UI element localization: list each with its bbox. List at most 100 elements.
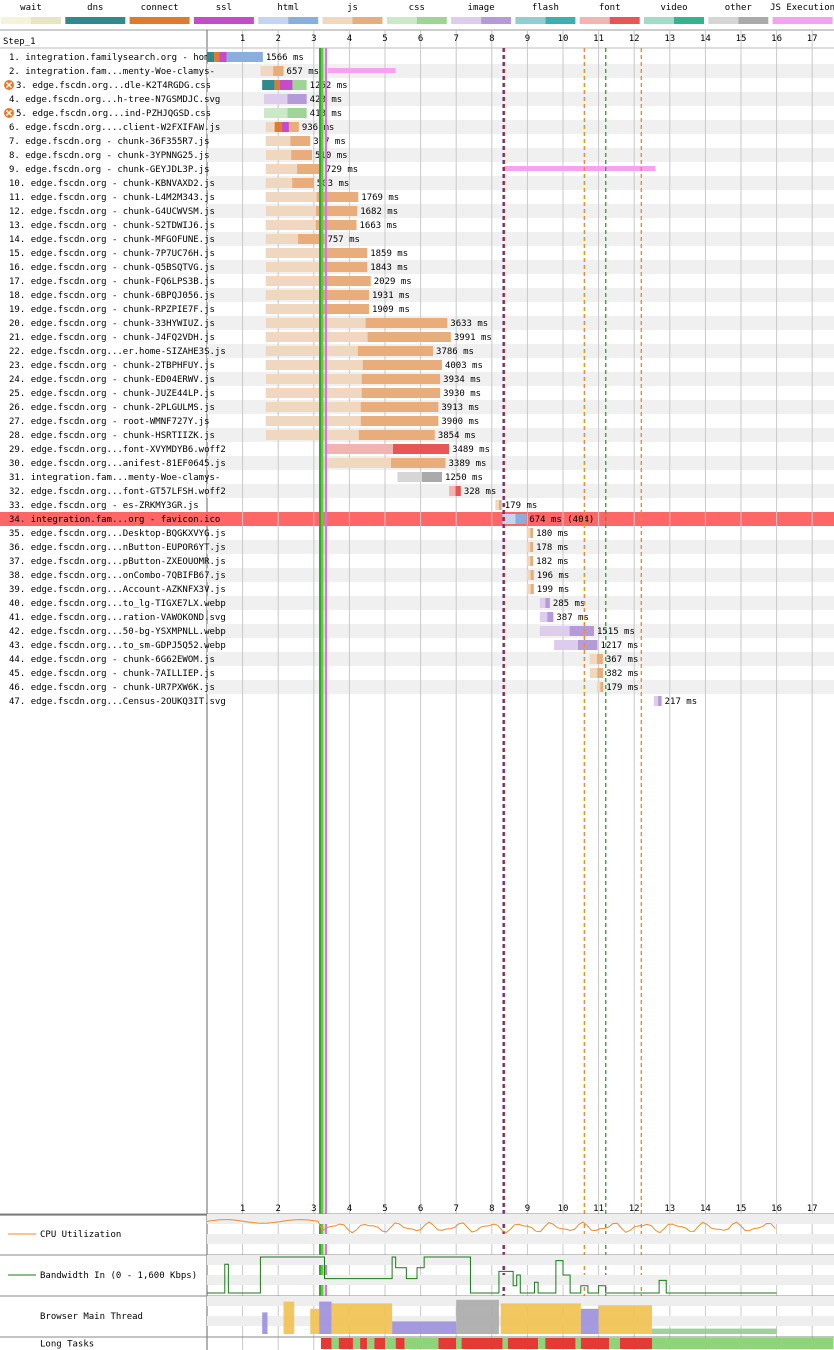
request-number-dot: . — [20, 669, 31, 679]
request-bar-download — [596, 654, 603, 664]
request-bar-download — [498, 500, 502, 510]
request-bar-download — [361, 374, 441, 384]
request-bar-download — [365, 318, 448, 328]
legend-label: ssl — [216, 3, 232, 13]
request-bar-ttfb — [265, 360, 363, 370]
long-task-segment — [374, 1338, 385, 1349]
request-bar-download — [287, 94, 307, 104]
request-bar-download — [292, 178, 314, 188]
request-bar-download — [515, 514, 527, 524]
row-stripe — [207, 540, 834, 554]
request-duration: 3934 ms — [443, 375, 481, 385]
request-duration: 182 ms — [536, 557, 569, 567]
request-url: edge.fscdn.org...font-XVYMDYB6.woff2 — [31, 445, 226, 455]
request-number-dot: . — [21, 81, 32, 91]
request-label: 8. edge.fscdn.org - chunk-3YPNNG25.js — [9, 151, 210, 161]
request-duration: 285 ms — [553, 599, 586, 609]
request-bar-download — [455, 486, 461, 496]
request-url: edge.fscdn.org...nButton-EUPOR6YT.js — [31, 543, 226, 553]
request-label: 9. edge.fscdn.org - chunk-GEYJDL3P.js — [9, 165, 210, 175]
request-duration: 382 ms — [606, 669, 639, 679]
request-number: 24 — [9, 375, 20, 385]
x-tick-label-bottom: 15 — [736, 1204, 747, 1214]
request-number: 17 — [9, 277, 20, 287]
request-duration: 936 ms — [302, 123, 335, 133]
request-number-dot: . — [20, 193, 31, 203]
request-bar-ttfb — [495, 500, 499, 510]
request-number-dot: . — [20, 333, 31, 343]
x-tick-label-bottom: 11 — [593, 1204, 604, 1214]
request-url: edge.fscdn.org - chunk-FQ6LPS3B.js — [31, 277, 215, 287]
request-label: 36. edge.fscdn.org...nButton-EUPOR6YT.js — [9, 543, 226, 553]
request-duration: 757 ms — [327, 235, 360, 245]
request-duration: 3786 ms — [436, 347, 474, 357]
request-number-dot: . — [20, 697, 31, 707]
request-phase-connect — [274, 80, 280, 90]
request-number: 16 — [9, 263, 20, 273]
long-task-segment — [538, 1338, 546, 1349]
request-bar-download — [360, 402, 439, 412]
legend-swatch — [674, 17, 704, 24]
request-bar-ttfb — [265, 416, 361, 426]
x-tick-label-top: 5 — [382, 34, 387, 44]
request-bar-ttfb — [265, 178, 293, 188]
legend-swatch — [579, 17, 610, 24]
request-bar-download — [287, 108, 307, 118]
request-duration: 367 ms — [313, 137, 346, 147]
request-url: edge.fscdn.org - chunk-GEYJDL3P.js — [25, 165, 209, 175]
row-stripe — [207, 484, 834, 498]
request-label: 3. edge.fscdn.org...dle-K2T4RGDG.css — [16, 81, 211, 91]
legend-swatch — [288, 17, 319, 24]
request-number: 26 — [9, 403, 20, 413]
request-duration: 180 ms — [536, 529, 569, 539]
request-number-dot: . — [20, 529, 31, 539]
request-duration: 1769 ms — [361, 193, 399, 203]
x-tick-label-bottom: 12 — [629, 1204, 640, 1214]
request-bar-ttfb — [554, 640, 578, 650]
request-duration: 1250 ms — [445, 473, 483, 483]
legend-label: js — [347, 3, 358, 13]
request-bar-download — [569, 626, 594, 636]
request-label: 46. edge.fscdn.org - chunk-UR7PXW6K.js — [9, 683, 215, 693]
long-task-segment — [352, 1338, 361, 1349]
request-phase-ssl — [281, 122, 289, 132]
request-duration: 1931 ms — [372, 291, 410, 301]
request-url: edge.fscdn.org...to_lg-TIGXE7LX.webp — [31, 599, 226, 609]
request-number-dot: . — [20, 179, 31, 189]
request-label: 41. edge.fscdn.org...ration-VAWOKOND.svg — [9, 613, 226, 623]
request-number: 21 — [9, 333, 20, 343]
request-bar-ttfb — [653, 696, 659, 706]
request-bar-ttfb — [265, 402, 361, 412]
request-duration: 729 ms — [326, 165, 359, 175]
request-bar-ttfb — [265, 206, 317, 216]
request-url: edge.fscdn.org - chunk-L4M2M343.js — [31, 193, 215, 203]
row-stripe — [207, 652, 834, 666]
request-bar-ttfb — [397, 472, 422, 482]
request-label: 21. edge.fscdn.org - chunk-J4FQ2VDH.js — [9, 333, 215, 343]
long-task-segment — [580, 1338, 610, 1349]
request-bar-ttfb — [526, 584, 531, 594]
request-bar-download — [357, 346, 434, 356]
request-number: 34 — [9, 515, 20, 525]
request-number-dot: . — [20, 263, 31, 273]
request-number-dot: . — [20, 501, 31, 511]
request-number-dot: . — [20, 221, 31, 231]
request-bar-ttfb — [596, 682, 601, 692]
request-duration: 3633 ms — [450, 319, 488, 329]
request-duration: 328 ms — [464, 487, 497, 497]
request-number-dot: . — [14, 95, 25, 105]
request-label: 44. edge.fscdn.org - chunk-6G62EWOM.js — [9, 655, 215, 665]
x-tick-label-bottom: 6 — [418, 1204, 423, 1214]
request-number: 19 — [9, 305, 20, 315]
request-bar-download — [321, 248, 368, 258]
legend-swatch — [416, 17, 447, 24]
x-tick-label-top: 4 — [347, 34, 352, 44]
request-bar-download — [273, 66, 284, 76]
request-label: 37. edge.fscdn.org...pButton-ZXEOUOMR.js — [9, 557, 226, 567]
request-number: 28 — [9, 431, 20, 441]
request-number: 30 — [9, 459, 20, 469]
request-bar-ttfb — [265, 192, 317, 202]
row-stripe — [207, 456, 834, 470]
request-duration: 4003 ms — [445, 361, 483, 371]
request-label: 11. edge.fscdn.org - chunk-L4M2M343.js — [9, 193, 215, 203]
